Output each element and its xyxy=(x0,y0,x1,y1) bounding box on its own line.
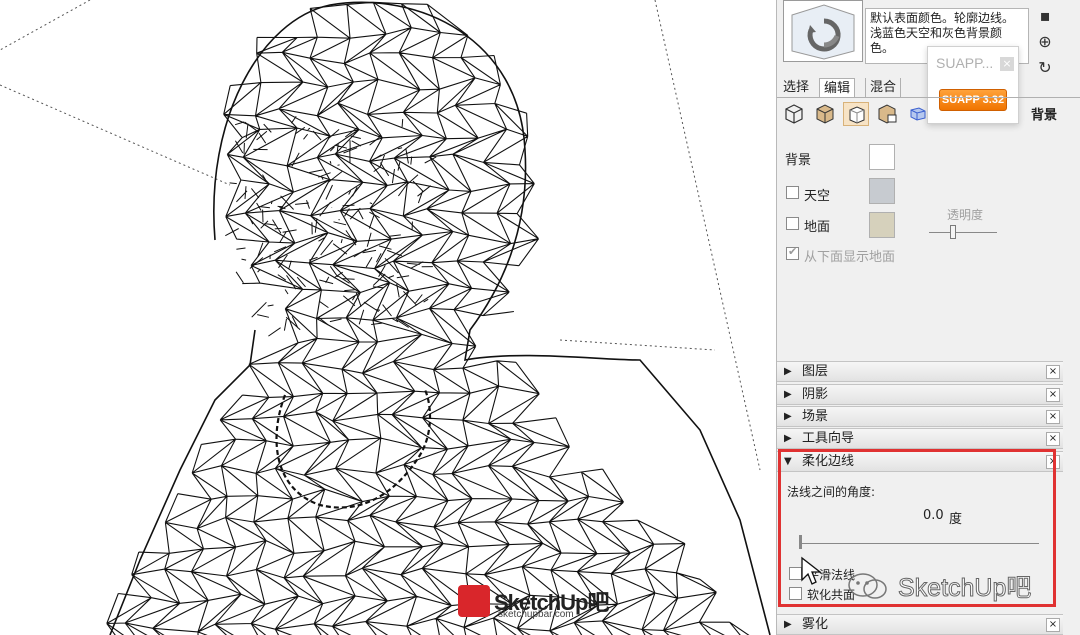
suapp-popup-title: SUAPP... xyxy=(936,55,994,71)
angle-value: 0.0 xyxy=(923,508,944,523)
chevron-right-icon: ▶ xyxy=(784,366,792,377)
modeling-settings-icon[interactable] xyxy=(905,102,931,126)
chevron-right-icon: ▶ xyxy=(784,389,792,400)
tray-shadows[interactable]: ▶ 阴影 × xyxy=(777,384,1063,405)
tray-label: 图层 xyxy=(802,364,829,379)
tray-instructor[interactable]: ▶ 工具向导 × xyxy=(777,428,1063,449)
sky-checkbox[interactable] xyxy=(786,186,799,199)
close-icon[interactable]: × xyxy=(1046,388,1060,402)
tray-label: 柔化边线 xyxy=(802,454,855,469)
tab-mix[interactable]: 混合 xyxy=(865,78,902,98)
soften-coplanar-checkbox[interactable] xyxy=(789,587,802,600)
mouse-cursor-icon xyxy=(801,556,822,585)
face-settings-icon[interactable] xyxy=(812,102,838,126)
tray-label: 雾化 xyxy=(802,617,829,632)
tray-layers[interactable]: ▶ 图层 × xyxy=(777,361,1063,382)
tray-scenes[interactable]: ▶ 场景 × xyxy=(777,406,1063,427)
sky-color-swatch[interactable] xyxy=(869,178,895,204)
tab-select[interactable]: 选择 xyxy=(779,78,813,98)
save-style-icon[interactable]: ▪ xyxy=(1035,6,1055,26)
bg-label: 背景 xyxy=(785,153,812,168)
bg-color-swatch[interactable] xyxy=(869,144,895,170)
show-ground-below-checkbox[interactable] xyxy=(786,245,799,260)
model-viewport[interactable] xyxy=(0,0,776,635)
angle-unit: 度 xyxy=(949,512,963,527)
tab-edit[interactable]: 编辑 xyxy=(819,78,856,98)
tray-label: 场景 xyxy=(802,409,829,424)
style-thumbnail[interactable] xyxy=(783,0,863,62)
chevron-down-icon: ▼ xyxy=(784,456,792,467)
show-ground-below-label: 从下面显示地面 xyxy=(804,250,896,265)
tray-fog[interactable]: ▶ 雾化 × xyxy=(777,614,1063,635)
tray-label: 工具向导 xyxy=(802,431,855,446)
style-tabs: 选择 编辑 混合 xyxy=(777,78,977,98)
style-side-toolbar: ▪ ⊕ ↻ xyxy=(1035,0,1057,78)
angle-slider-track[interactable] xyxy=(799,543,1039,544)
angle-label: 法线之间的角度: xyxy=(787,485,876,499)
wechat-icon xyxy=(848,573,887,599)
tray-label: 阴影 xyxy=(802,387,829,402)
ground-label: 地面 xyxy=(804,220,831,235)
watermark-settings-icon[interactable] xyxy=(874,102,900,126)
chevron-right-icon: ▶ xyxy=(784,411,792,422)
suapp-close-button[interactable]: × xyxy=(1000,57,1014,71)
close-icon[interactable]: × xyxy=(1046,365,1060,379)
section-title: 背景 xyxy=(1031,108,1058,123)
create-style-icon[interactable]: ⊕ xyxy=(1035,32,1055,52)
transparency-slider-track[interactable] xyxy=(929,232,997,233)
sketchupbar-logo-icon xyxy=(458,585,490,617)
background-settings-icon[interactable] xyxy=(843,102,869,126)
wechat-text: SketchUp吧 xyxy=(897,574,1032,603)
style-preview-icon xyxy=(791,4,855,60)
transparency-slider-thumb[interactable] xyxy=(949,225,956,239)
default-tray-panel: 默认表面颜色。轮廓边线。浅蓝色天空和灰色背景颜色。 ▪ ⊕ ↻ SUAPP...… xyxy=(776,0,1080,635)
logo-url: sketchupbar.com xyxy=(498,609,574,620)
ground-color-swatch[interactable] xyxy=(869,212,895,238)
sky-label: 天空 xyxy=(804,189,831,204)
edge-settings-icon[interactable] xyxy=(781,102,807,126)
close-icon[interactable]: × xyxy=(1046,455,1060,469)
chevron-right-icon: ▶ xyxy=(784,433,792,444)
ground-checkbox[interactable] xyxy=(786,217,799,230)
close-icon[interactable]: × xyxy=(1046,618,1060,632)
tabs-divider xyxy=(777,97,1080,98)
sketchupbar-logo: SketchUp吧 sketchupbar.com xyxy=(458,583,622,623)
angle-slider-thumb[interactable] xyxy=(799,535,802,549)
transparency-label: 透明度 xyxy=(947,208,984,222)
chevron-right-icon: ▶ xyxy=(784,619,792,630)
close-icon[interactable]: × xyxy=(1046,410,1060,424)
tray-soften-edges[interactable]: ▼ 柔化边线 × xyxy=(777,451,1063,472)
close-icon[interactable]: × xyxy=(1046,432,1060,446)
wechat-watermark: SketchUp吧 xyxy=(846,566,1046,603)
update-style-icon[interactable]: ↻ xyxy=(1035,58,1055,78)
wireframe-model xyxy=(0,0,771,635)
